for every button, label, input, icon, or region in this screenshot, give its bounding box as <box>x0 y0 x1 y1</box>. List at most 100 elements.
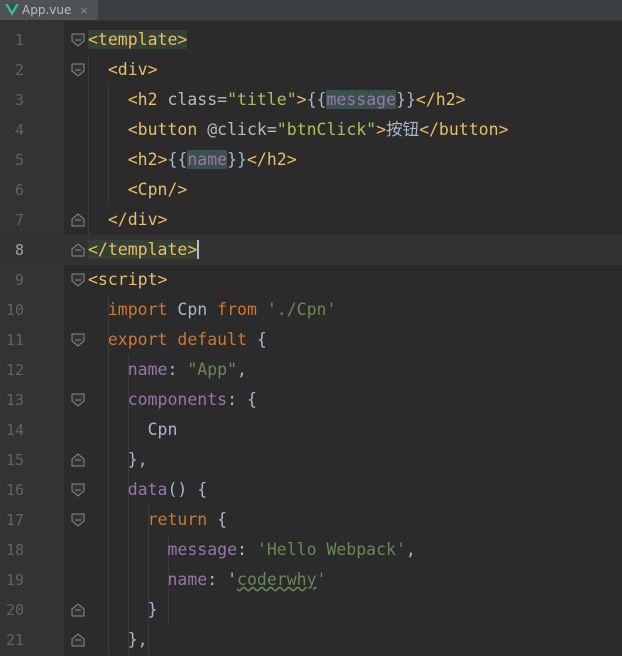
code-token: </div> <box>107 210 168 229</box>
line-number: 6 <box>14 181 24 199</box>
code-token: 'Hello Webpack' <box>256 540 406 559</box>
line-number: 12 <box>5 361 24 379</box>
code-token: import <box>107 300 168 319</box>
code-token: <script> <box>88 270 168 289</box>
code-token: > <box>376 120 387 139</box>
line-number: 14 <box>5 421 24 439</box>
tab-app-vue[interactable]: App.vue × <box>0 0 98 20</box>
code-line[interactable]: import Cpn from './Cpn' <box>88 295 337 325</box>
code-token: }, <box>88 630 148 649</box>
code-token: Cpn <box>167 300 218 319</box>
code-line[interactable]: <h2>{{name}}</h2> <box>88 145 297 175</box>
code-token: }} <box>227 150 247 169</box>
code-token: <button <box>127 120 208 139</box>
code-line[interactable]: </div> <box>88 205 168 235</box>
code-token: </button> <box>419 120 509 139</box>
code-token: : <box>207 570 228 589</box>
editor-tab-bar: App.vue × <box>0 0 622 21</box>
fold-close-icon[interactable] <box>71 453 85 467</box>
line-number: 19 <box>5 571 24 589</box>
code-line[interactable]: name: "App", <box>88 355 247 385</box>
line-number: 8 <box>14 241 24 259</box>
code-line[interactable]: } <box>88 595 158 625</box>
code-token: @click= <box>207 120 277 139</box>
fold-open-icon[interactable] <box>71 393 85 407</box>
code-token: "title" <box>227 90 297 109</box>
code-token <box>197 240 200 259</box>
code-token: <div> <box>107 60 158 79</box>
code-token: </template> <box>88 240 198 259</box>
code-token: ' <box>316 570 327 589</box>
code-line[interactable]: </template> <box>88 235 200 265</box>
code-line[interactable]: message: 'Hello Webpack', <box>88 535 416 565</box>
code-token: {{ <box>167 150 188 169</box>
code-token: message <box>326 90 397 109</box>
fold-open-icon[interactable] <box>71 33 85 47</box>
code-token: name <box>167 570 208 589</box>
fold-open-icon[interactable] <box>71 483 85 497</box>
line-number: 7 <box>14 211 24 229</box>
fold-open-icon[interactable] <box>71 513 85 527</box>
code-line[interactable]: <button @click="btnClick">按钮</button> <box>88 115 509 145</box>
line-number: 17 <box>5 511 24 529</box>
code-line[interactable]: return { <box>88 505 227 535</box>
code-line[interactable]: components: { <box>88 385 257 415</box>
fold-open-icon[interactable] <box>71 63 85 77</box>
line-number: 15 <box>5 451 24 469</box>
line-number: 18 <box>5 541 24 559</box>
close-tab-icon[interactable]: × <box>79 4 88 17</box>
fold-close-icon[interactable] <box>71 633 85 647</box>
line-number: 20 <box>5 601 24 619</box>
fold-close-icon[interactable] <box>71 243 85 257</box>
code-token: 按钮 <box>386 120 420 139</box>
code-token: return <box>147 510 208 529</box>
code-token: : { <box>227 390 257 409</box>
code-token: }, <box>88 450 148 469</box>
code-line[interactable]: export default { <box>88 325 267 355</box>
code-token: name <box>127 360 168 379</box>
fold-close-icon[interactable] <box>71 603 85 617</box>
vue-file-icon <box>5 4 19 16</box>
line-number: 4 <box>14 121 24 139</box>
code-line[interactable]: <template> <box>88 25 188 55</box>
code-line[interactable]: }, <box>88 625 148 655</box>
code-line[interactable]: Cpn <box>88 415 178 445</box>
code-line[interactable]: <script> <box>88 265 167 295</box>
fold-open-icon[interactable] <box>71 273 85 287</box>
line-number: 3 <box>14 91 24 109</box>
code-token: , <box>405 540 416 559</box>
code-line[interactable]: name: 'coderwhy' <box>88 565 326 595</box>
code-token: class= <box>167 90 228 109</box>
code-token: "App" <box>187 360 238 379</box>
code-line[interactable]: <div> <box>88 55 158 85</box>
code-line[interactable]: }, <box>88 445 148 475</box>
line-number: 11 <box>5 331 24 349</box>
code-line[interactable]: data() { <box>88 475 208 505</box>
code-token: from <box>217 300 257 319</box>
code-token: }} <box>396 90 416 109</box>
code-line[interactable]: <Cpn/> <box>88 175 188 205</box>
line-number: 21 <box>5 631 24 649</box>
code-token: name <box>187 150 228 169</box>
code-token: > <box>296 90 307 109</box>
line-number: 16 <box>5 481 24 499</box>
code-token: Cpn <box>88 420 178 439</box>
fold-open-icon[interactable] <box>71 333 85 347</box>
code-token: { <box>246 330 267 349</box>
code-token: coderwhy <box>237 570 317 589</box>
line-number: 1 <box>14 31 24 49</box>
fold-close-icon[interactable] <box>71 213 85 227</box>
code-token: <template> <box>88 30 188 49</box>
code-line[interactable]: <h2 class="title">{{message}}</h2> <box>88 85 466 115</box>
